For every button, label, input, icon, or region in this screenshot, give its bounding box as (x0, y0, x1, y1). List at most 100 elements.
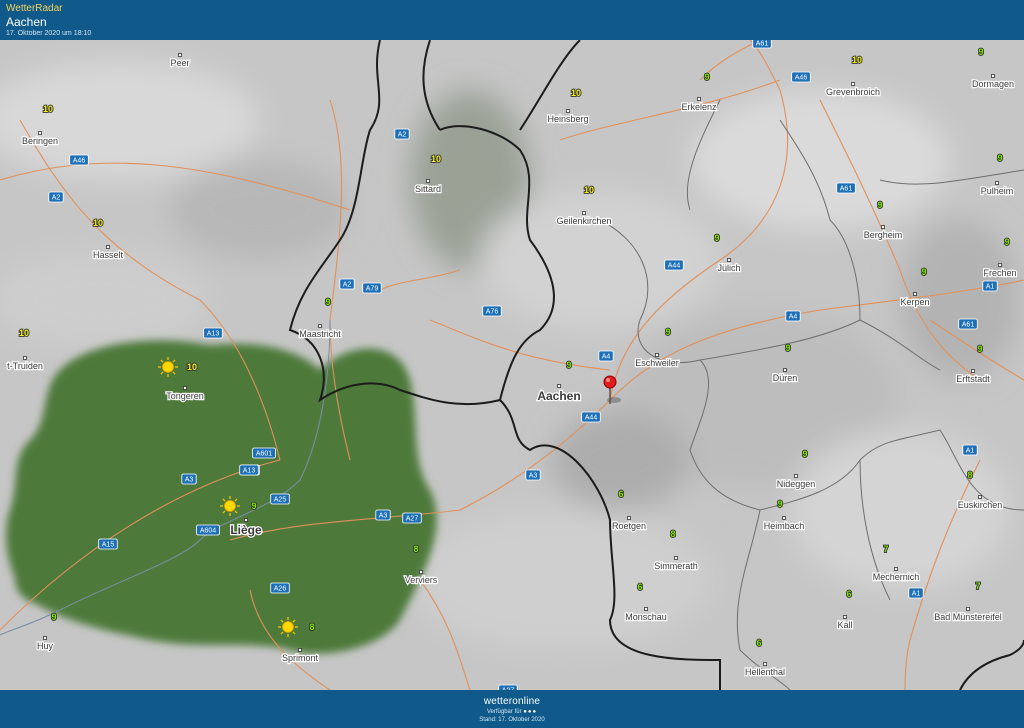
available-text: Verfügbar für (486, 709, 522, 715)
city-name-label: Sprimont (282, 653, 319, 663)
temperature-label: 10 (187, 362, 197, 372)
road-shield-a604: A604 (196, 524, 220, 536)
city-dot (674, 556, 678, 560)
city-name-label: Kall (837, 620, 852, 630)
city-name-label: Roetgen (612, 521, 646, 531)
radar-precipitation-area (6, 340, 437, 654)
city-name-label: Heimbach (764, 521, 805, 531)
weather-radar-page: WetterRadar Aachen 17. Oktober 2020 um 1… (0, 0, 1024, 728)
city-dot (178, 53, 182, 57)
sun-icon (278, 617, 298, 637)
city-name-label: Dormagen (972, 79, 1014, 89)
temperature-label: 9 (997, 153, 1002, 163)
svg-text:A13: A13 (207, 331, 220, 338)
city-dot (244, 518, 248, 522)
temperature-label: 9 (877, 200, 882, 210)
city-name-label: Maastricht (299, 329, 341, 339)
road-shield-a25: A25 (270, 493, 290, 505)
svg-text:A1: A1 (966, 448, 975, 455)
city-name-label: Pulheim (981, 186, 1014, 196)
svg-text:A601: A601 (256, 451, 272, 458)
city-name-label: Aachen (537, 389, 580, 403)
svg-text:A3: A3 (529, 473, 538, 480)
city-name-label: Frechen (983, 268, 1016, 278)
city-dot (106, 245, 110, 249)
svg-text:A44: A44 (585, 415, 598, 422)
svg-text:A3: A3 (379, 513, 388, 520)
city-dot (183, 386, 187, 390)
city-dot (794, 474, 798, 478)
city-name-label: t-Truiden (7, 361, 43, 371)
city-dot (913, 292, 917, 296)
temperature-label: 9 (714, 233, 719, 243)
city-name-label: Jülich (717, 263, 740, 273)
road-shield-a2: A2 (394, 128, 410, 140)
svg-text:A27: A27 (406, 516, 419, 523)
city-dot (851, 82, 855, 86)
svg-text:A3: A3 (185, 477, 194, 484)
svg-text:A79: A79 (366, 286, 379, 293)
radar-map[interactable]: A61A46A2A46A2A13A61A44A2A79A76A4A1A61A13… (0, 40, 1024, 690)
temperature-label: 9 (251, 501, 256, 511)
city-name-label: Kerpen (900, 297, 929, 307)
temperature-label: 9 (566, 360, 571, 370)
road-shield-a1: A1 (982, 280, 998, 292)
city-name-label: Huy (37, 641, 54, 651)
sun-icon (158, 357, 178, 377)
temperature-label: 6 (637, 582, 642, 592)
temperature-label: 9 (921, 267, 926, 277)
city-name-label: Grevenbroich (826, 87, 880, 97)
city-name-label: Simmerath (654, 561, 698, 571)
map-canvas[interactable]: A61A46A2A46A2A13A61A44A2A79A76A4A1A61A13… (0, 40, 1024, 690)
road-shield-a13: A13 (203, 327, 223, 339)
city-name-label: Geilenkirchen (556, 216, 611, 226)
road-shield-a44: A44 (581, 411, 601, 423)
road-shield-a3: A3 (525, 469, 541, 481)
city-name-label: Erkelenz (681, 102, 717, 112)
city-name-label: Beringen (22, 136, 58, 146)
temperature-label: 9 (325, 297, 330, 307)
road-shield-a61: A61 (836, 182, 856, 194)
svg-text:A76: A76 (486, 309, 499, 316)
svg-text:A4: A4 (789, 314, 798, 321)
temperature-label: 9 (1004, 237, 1009, 247)
svg-text:A2: A2 (52, 195, 61, 202)
footer-bar: wetteronline Verfügbar für ●●● Stand: 17… (0, 690, 1024, 728)
city-dot (43, 636, 47, 640)
temperature-label: 10 (852, 55, 862, 65)
city-name-label: Euskirchen (958, 500, 1003, 510)
temperature-label: 8 (967, 470, 972, 480)
sun-icon (220, 496, 240, 516)
city-dot (894, 567, 898, 571)
road-shield-a15: A15 (98, 538, 118, 550)
city-dot (697, 97, 701, 101)
temperature-label: 9 (665, 327, 670, 337)
app-title: WetterRadar (6, 3, 63, 14)
temperature-label: 9 (978, 47, 983, 57)
city-name-label: Nideggen (777, 479, 816, 489)
city-dot (566, 109, 570, 113)
road-shield-a61: A61 (958, 318, 978, 330)
city-name-label: Heinsberg (547, 114, 588, 124)
platform-dots-icon: ●●● (523, 709, 538, 715)
city-name-label: Hasselt (93, 250, 124, 260)
temperature-label: 10 (19, 328, 29, 338)
header-bar: WetterRadar Aachen 17. Oktober 2020 um 1… (0, 0, 1024, 40)
svg-text:A1: A1 (912, 591, 921, 598)
temperature-label: 9 (802, 449, 807, 459)
city-dot (557, 384, 561, 388)
temperature-label: 8 (309, 622, 314, 632)
city-name-label: Bad Münstereifel (934, 612, 1002, 622)
svg-text:A15: A15 (102, 542, 115, 549)
road-shield-a1: A1 (962, 444, 978, 456)
city-dot (727, 258, 731, 262)
svg-text:A13: A13 (243, 468, 256, 475)
road-shield-a4: A4 (785, 310, 801, 322)
svg-text:A4: A4 (602, 354, 611, 361)
city-dot (763, 662, 767, 666)
temperature-label: 9 (704, 72, 709, 82)
city-name-label: Bergheim (864, 230, 903, 240)
city-dot (582, 211, 586, 215)
city-name-label: Hellenthal (745, 667, 785, 677)
city-dot (783, 368, 787, 372)
